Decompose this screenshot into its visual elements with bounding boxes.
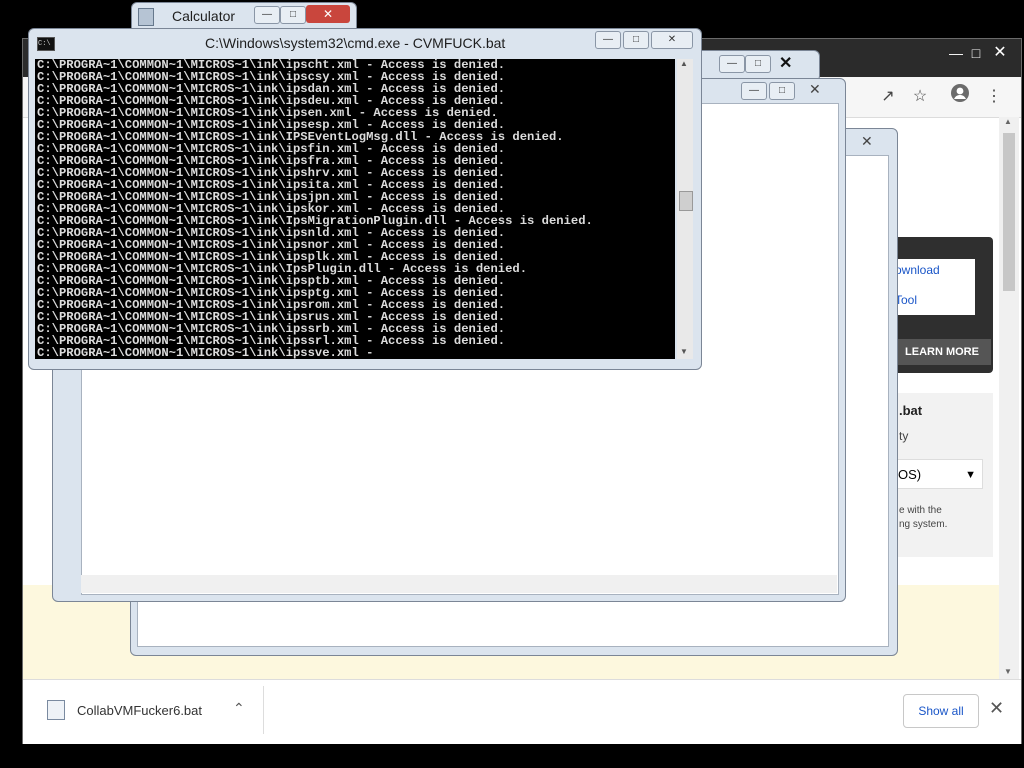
close-icon[interactable]: ✕ bbox=[861, 133, 873, 150]
share-icon[interactable]: ↗ bbox=[875, 84, 901, 110]
cmd-icon: C:\ bbox=[37, 37, 55, 51]
file-icon bbox=[47, 700, 65, 720]
scroll-up-icon[interactable]: ▲ bbox=[1004, 117, 1012, 126]
console-output[interactable]: C:\PROGRA~1\COMMON~1\MICROS~1\ink\ipscht… bbox=[35, 59, 675, 359]
scrollbar-thumb[interactable] bbox=[1003, 133, 1015, 291]
scrollbar-thumb[interactable] bbox=[679, 191, 693, 211]
learn-more-button[interactable]: LEARN MORE bbox=[893, 339, 991, 365]
maximize-icon[interactable]: □ bbox=[769, 82, 795, 100]
kebab-menu-icon[interactable]: ⋮ bbox=[981, 84, 1007, 110]
page-scrollbar[interactable]: ▲ ▼ bbox=[999, 117, 1019, 679]
select-value: OS) bbox=[898, 467, 922, 482]
tool-link[interactable]: Tool bbox=[895, 293, 917, 307]
calculator-title: Calculator bbox=[172, 8, 236, 24]
divider bbox=[263, 686, 264, 734]
star-icon[interactable]: ☆ bbox=[907, 84, 933, 110]
close-icon[interactable]: ✕ bbox=[985, 43, 1015, 63]
cmd-title: C:\Windows\system32\cmd.exe - CVMFUCK.ba… bbox=[205, 35, 506, 51]
scroll-down-icon[interactable]: ▼ bbox=[680, 347, 688, 356]
maximize-icon[interactable]: □ bbox=[623, 31, 649, 49]
scroll-up-icon[interactable]: ▲ bbox=[680, 59, 688, 68]
os-select[interactable]: OS) ▼ bbox=[893, 459, 983, 489]
chevron-down-icon: ▼ bbox=[965, 469, 976, 481]
minimize-icon[interactable]: — bbox=[719, 55, 745, 73]
maximize-icon[interactable]: □ bbox=[280, 6, 306, 24]
profile-icon[interactable] bbox=[947, 83, 973, 109]
panel-subtitle: ty bbox=[899, 429, 909, 443]
download-filename[interactable]: CollabVMFucker6.bat bbox=[77, 703, 202, 718]
close-icon[interactable]: ✕ bbox=[809, 81, 821, 98]
show-all-button[interactable]: Show all bbox=[903, 694, 979, 728]
close-icon[interactable]: ✕ bbox=[989, 698, 1004, 719]
cmd-window: C:\ C:\Windows\system32\cmd.exe - CVMFUC… bbox=[28, 28, 702, 370]
console-text: C:\PROGRA~1\COMMON~1\MICROS~1\ink\ipscht… bbox=[37, 59, 593, 359]
chevron-up-icon[interactable]: ⌃ bbox=[233, 700, 245, 717]
horizontal-scrollbar[interactable] bbox=[81, 575, 837, 593]
panel-note-2: ng system. bbox=[899, 519, 948, 530]
maximize-icon[interactable]: □ bbox=[745, 55, 771, 73]
download-bar: CollabVMFucker6.bat ⌃ Show all ✕ bbox=[23, 679, 1021, 744]
close-icon[interactable]: ✕ bbox=[779, 53, 792, 73]
panel-note-1: e with the bbox=[899, 505, 942, 516]
close-icon[interactable]: ✕ bbox=[306, 5, 350, 23]
console-scrollbar[interactable]: ▲ ▼ bbox=[677, 59, 693, 359]
minimize-icon[interactable]: — bbox=[595, 31, 621, 49]
scroll-down-icon[interactable]: ▼ bbox=[1004, 667, 1012, 676]
calculator-icon bbox=[138, 8, 154, 26]
panel-title: .bat bbox=[899, 403, 923, 418]
minimize-icon[interactable]: — bbox=[254, 6, 280, 24]
close-icon[interactable]: ✕ bbox=[651, 31, 693, 49]
download-link[interactable]: ownload bbox=[895, 263, 940, 277]
minimize-icon[interactable]: — bbox=[741, 82, 767, 100]
